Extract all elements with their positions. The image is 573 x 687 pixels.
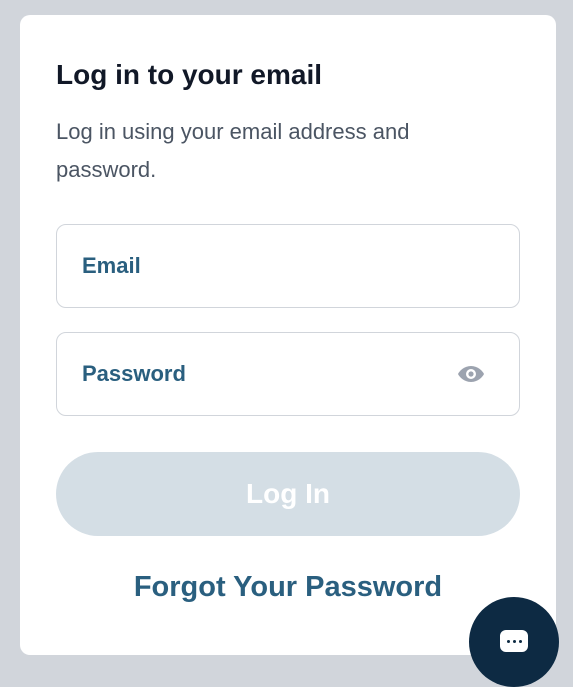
email-field[interactable]: Email [56, 224, 520, 308]
chat-launcher-button[interactable] [469, 597, 559, 687]
page-title: Log in to your email [56, 59, 323, 90]
login-card: Log in to your email Log in using your e… [20, 15, 556, 655]
password-field-label: Password [82, 361, 186, 386]
chat-icon [500, 630, 528, 652]
password-field[interactable]: Password [56, 332, 520, 416]
page-subtitle: Log in using your email address and pass… [56, 119, 410, 182]
email-field-label: Email [82, 253, 141, 278]
eye-icon[interactable] [456, 359, 486, 389]
forgot-password-link[interactable]: Forgot Your Password [20, 571, 556, 604]
login-button[interactable]: Log In [56, 452, 520, 536]
